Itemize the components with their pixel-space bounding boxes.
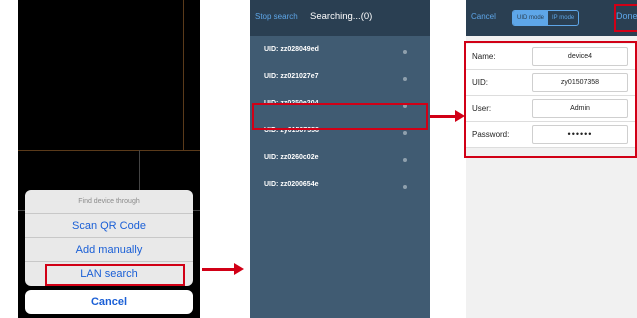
mode-segmented-control: UID mode IP mode xyxy=(512,10,580,26)
phone-screen-searching: Stop search Searching...(0) UID: zz02804… xyxy=(250,0,430,318)
arrow-right-icon xyxy=(430,110,465,122)
device-list-item[interactable]: UID: zz028049ed xyxy=(250,40,430,63)
cancel-button[interactable]: Cancel xyxy=(471,12,496,21)
stop-search-button[interactable]: Stop search xyxy=(255,12,298,21)
device-uid: UID: zz0200654e xyxy=(264,181,319,188)
video-grid-line xyxy=(183,0,184,150)
cancel-button[interactable]: Cancel xyxy=(25,290,193,314)
device-list-item[interactable]: UID: zz0200654e xyxy=(250,175,430,198)
arrow-right-icon xyxy=(202,263,244,275)
highlight-box-lan-search xyxy=(45,264,185,286)
scan-qr-code-option[interactable]: Scan QR Code xyxy=(25,214,193,238)
navigation-bar: Stop search Searching...(0) xyxy=(250,0,430,36)
search-status-title: Searching...(0) xyxy=(310,11,373,22)
device-list-item[interactable]: UID: zz021027e7 xyxy=(250,67,430,90)
device-uid: UID: zz0260c02e xyxy=(264,154,319,161)
uid-mode-segment[interactable]: UID mode xyxy=(513,11,549,25)
highlight-box-selected-device xyxy=(252,103,428,130)
highlight-box-done xyxy=(614,4,637,32)
device-uid: UID: zz028049ed xyxy=(264,46,319,53)
status-dot-icon xyxy=(403,50,407,54)
action-sheet-title: Find device through xyxy=(25,190,193,214)
status-dot-icon xyxy=(403,131,407,135)
device-list-item[interactable]: UID: zz0260c02e xyxy=(250,148,430,171)
status-dot-icon xyxy=(403,185,407,189)
highlight-box-form xyxy=(464,41,637,158)
status-dot-icon xyxy=(403,77,407,81)
ip-mode-segment[interactable]: IP mode xyxy=(548,11,578,25)
video-grid-line xyxy=(18,150,200,151)
device-uid: UID: zz021027e7 xyxy=(264,73,319,80)
navigation-bar: Cancel UID mode IP mode Done xyxy=(466,0,637,36)
add-manually-option[interactable]: Add manually xyxy=(25,238,193,262)
status-dot-icon xyxy=(403,158,407,162)
